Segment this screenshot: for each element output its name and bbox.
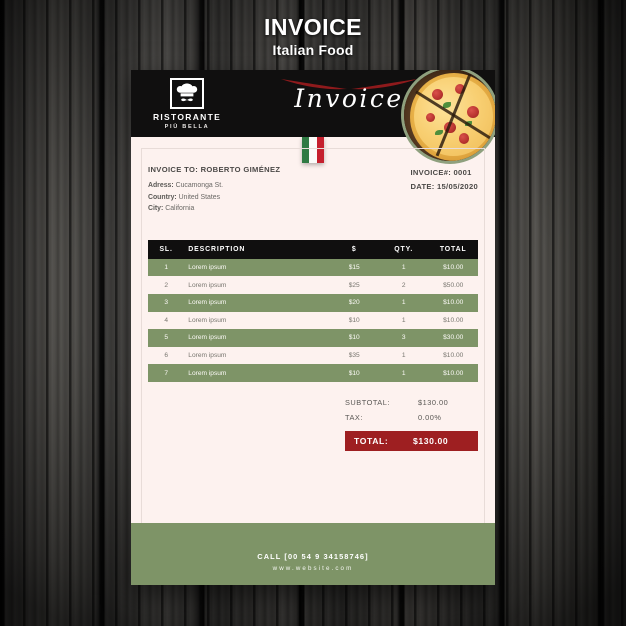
cell-total: $10.00 <box>443 352 464 360</box>
table-row: 5 Lorem ipsum $10 3 $30.00 <box>148 329 478 347</box>
cell-price: $10 <box>348 369 360 377</box>
invoice-number: INVOICE#: 0001 <box>410 168 472 177</box>
invoice-to-line: INVOICE TO: ROBERTO GIMÉNEZ <box>148 165 281 174</box>
table-row: 6 Lorem ipsum $35 1 $10.00 <box>148 347 478 365</box>
cell-price: $10 <box>348 334 360 342</box>
cell-sl: 6 <box>164 352 168 360</box>
address-value: Cucamonga St. <box>175 182 224 189</box>
footer-website: www.website.com <box>272 565 354 572</box>
cell-desc: Lorem ipsum <box>188 352 227 360</box>
cell-qty: 1 <box>401 369 406 377</box>
country-value: United States <box>178 193 221 201</box>
total-label: TOTAL: <box>354 436 389 447</box>
logo-subtitle: PIÙ BELLA <box>164 124 210 130</box>
invoice-meta: INVOICE TO: ROBERTO GIMÉNEZ Adress: Cuca… <box>148 165 478 215</box>
cell-qty: 3 <box>401 334 406 342</box>
cell-desc: Lorem ipsum <box>188 316 227 324</box>
cell-desc: Lorem ipsum <box>188 264 227 272</box>
header-total: TOTAL <box>439 245 467 253</box>
cell-sl: 7 <box>164 369 168 377</box>
table-row: 2 Lorem ipsum $25 2 $50.00 <box>148 276 478 294</box>
items-table: SL. DESCRIPTION $ QTY. TOTAL 1 Lorem ips… <box>148 239 478 382</box>
cell-total: $10.00 <box>443 264 464 272</box>
totals-section: SUBTOTAL: $130.00 TAX: 0.00% TOTAL: $130… <box>148 395 478 452</box>
cell-qty: 1 <box>401 352 406 360</box>
address-line: Adress: Cucamonga St. <box>148 180 323 192</box>
table-row: 1 Lorem ipsum $15 1 $10.00 <box>148 258 478 277</box>
logo-name: RISTORANTE <box>152 112 222 122</box>
cell-qty: 1 <box>401 316 406 324</box>
invoice-footer: CALL [00 54 9 34158746] www.website.com <box>131 523 495 585</box>
cell-sl: 3 <box>164 299 168 307</box>
footer-phone: CALL [00 54 9 34158746] <box>257 552 369 561</box>
cell-desc: Lorem ipsum <box>188 281 227 289</box>
invoice-header-band: RISTORANTE PIÙ BELLA Invoice <box>131 70 495 164</box>
cell-sl: 5 <box>164 334 168 342</box>
table-row: 3 Lorem ipsum $20 1 $10.00 <box>148 293 478 312</box>
cell-sl: 2 <box>164 281 168 289</box>
cell-total: $10.00 <box>443 316 464 324</box>
header-desc: DESCRIPTION <box>188 245 246 253</box>
city-label: City: <box>148 205 164 213</box>
restaurant-logo: RISTORANTE PIÙ BELLA <box>148 78 226 130</box>
cell-sl: 4 <box>164 316 168 324</box>
total-value: $130.00 <box>413 436 449 447</box>
invoice-body: INVOICE TO: ROBERTO GIMÉNEZ Adress: Cuca… <box>131 165 495 585</box>
cell-total: $10.00 <box>443 369 464 377</box>
page-title-sub: Italian Food <box>272 42 354 59</box>
subtotal-label: SUBTOTAL: <box>345 397 390 407</box>
cell-desc: Lorem ipsum <box>188 334 227 342</box>
table-header-row: SL. DESCRIPTION $ QTY. TOTAL <box>148 239 478 259</box>
cell-price: $10 <box>348 316 360 324</box>
header-sl: SL. <box>159 245 173 253</box>
address-label: Adress: <box>148 182 174 189</box>
cell-total: $10.00 <box>443 299 464 307</box>
total-box: TOTAL: $130.00 <box>345 431 478 452</box>
header-qty: QTY. <box>394 245 414 253</box>
cell-total: $30.00 <box>443 334 464 342</box>
cell-qty: 2 <box>401 281 406 289</box>
table-row: 7 Lorem ipsum $10 1 $10.00 <box>148 364 478 382</box>
table-row: 4 Lorem ipsum $10 1 $10.00 <box>148 312 478 330</box>
cell-price: $15 <box>348 264 360 272</box>
cell-total: $50.00 <box>443 281 464 289</box>
country-line: Country: United States <box>148 192 323 204</box>
city-line: City: California <box>148 203 323 215</box>
subtotal-value: $130.00 <box>418 397 449 407</box>
page-title-main: INVOICE <box>263 14 363 40</box>
customer-details: INVOICE TO: ROBERTO GIMÉNEZ Adress: Cuca… <box>148 165 323 215</box>
invoice-identifiers: INVOICE#: 0001 DATE: 15/05/2020 <box>410 165 478 215</box>
chef-hat-mustache-icon <box>170 78 204 109</box>
invoice-date: DATE: 15/05/2020 <box>410 182 478 192</box>
city-value: California <box>165 205 195 213</box>
tax-label: TAX: <box>345 413 363 423</box>
cell-desc: Lorem ipsum <box>188 299 227 307</box>
page-title: INVOICE Italian Food <box>0 14 626 58</box>
cell-price: $25 <box>348 281 360 289</box>
cell-desc: Lorem ipsum <box>188 369 227 377</box>
invoice-card: RISTORANTE PIÙ BELLA Invoice INVOICE TO:… <box>131 70 495 585</box>
subtotal-line: SUBTOTAL: $130.00 <box>345 395 478 410</box>
header-price: $ <box>351 245 357 253</box>
tax-value: 0.00% <box>418 413 442 423</box>
cell-price: $35 <box>348 352 360 360</box>
tax-line: TAX: 0.00% <box>345 410 478 425</box>
pizza-photo <box>401 70 495 164</box>
cell-sl: 1 <box>164 264 168 272</box>
cell-price: $20 <box>348 299 360 307</box>
country-label: Country: <box>148 193 177 201</box>
cell-qty: 1 <box>401 299 406 307</box>
cell-qty: 1 <box>401 264 406 272</box>
invoice-script-title: Invoice <box>294 84 404 113</box>
italian-flag-ribbon <box>302 137 324 163</box>
